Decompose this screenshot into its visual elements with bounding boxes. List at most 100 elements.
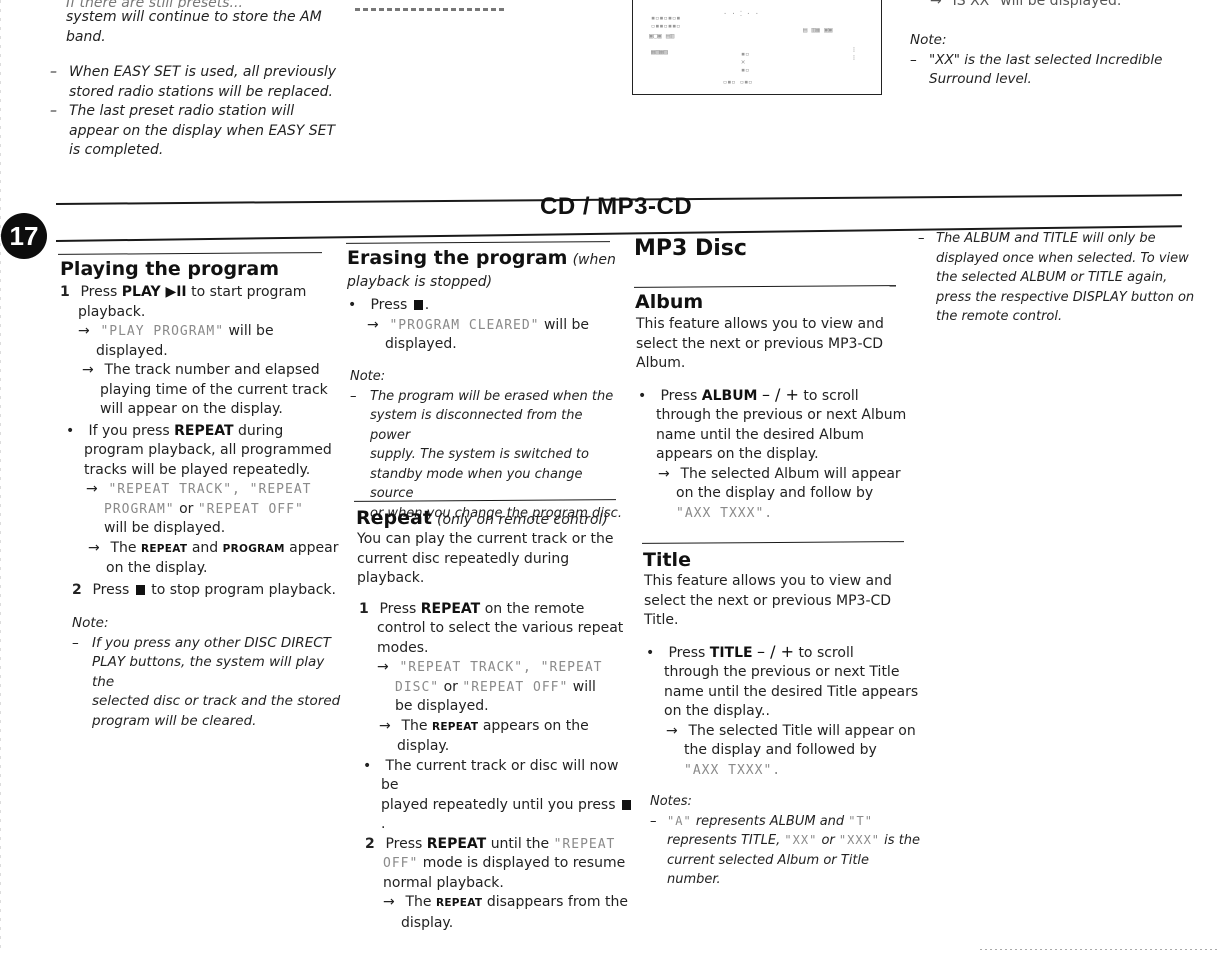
text: be displayed. [395,698,489,714]
lcd-segment-icon: ▪▫▪▫▪▫▪ ▫▪▪▫▪▪▫ [651,14,681,30]
arrow-icon: → [383,894,395,910]
text: select the next or previous MP3-CD [644,592,892,609]
partial-line: If there are still presets... [66,0,243,8]
note-label: Note: [350,369,386,384]
bullet-icon: • [646,644,655,661]
lcd-text: PROGRAM" [104,501,175,517]
dash-mark: – [50,103,57,119]
lcd-text: "REPEAT [553,836,616,852]
text: normal playback. [383,874,504,891]
text: name until the desired Album [656,426,864,443]
playing-program-note: Note: – If you press any other DISC DIRE… [72,614,342,731]
text: disappears from the [486,894,628,910]
text-line: standby mode when you change source [370,466,583,502]
top-left-list: – When EASY SET is used, all previously … [50,63,350,161]
text: is the [884,833,921,848]
title-body: This feature allows you to view and sele… [644,572,924,780]
step-number: 1 [359,600,369,617]
dash-mark: – [650,813,657,829]
bullet-icon: • [66,422,75,439]
text: The selected Title will appear on [688,722,916,739]
page-number-badge: 17 [1,213,47,259]
text: to scroll [803,387,859,404]
lcd-text: "T" [848,813,873,828]
key-repeat: REPEAT [426,835,487,852]
step-2: 2 Press to stop program playback. [60,581,340,601]
text: to scroll [798,644,854,661]
arrow-icon: → [666,722,678,739]
text: program playback, all programmed [84,442,332,458]
lcd-segment-icon: ▪▫ ✕ ▪▫ [741,50,750,74]
text: This feature allows you to view and [644,573,892,589]
result-line: → "PROGRAM CLEARED" will be displayed. [348,316,628,355]
text-line: the selected ALBUM or TITLE again, [936,270,1168,285]
arrow-icon: → [367,316,379,333]
lcd-text: "REPEAT OFF" [462,679,569,695]
text: will be [228,323,274,339]
heading-text: Erasing the program [347,247,568,269]
lcd-text: OFF" [383,856,419,871]
lcd-text: "REPEAT TRACK", "REPEAT [399,660,603,675]
text: represents ALBUM and [695,813,845,829]
key-repeat: REPEAT [174,422,234,439]
bullet-item: • Press ALBUM – / + to scroll through th… [636,385,916,465]
list-item: – The last preset radio station will app… [50,102,350,161]
text: Press [660,387,698,404]
text: appears on the display. [656,446,819,462]
text-line: If you press any other DISC DIRECT [92,634,331,651]
text: on the display.. [664,703,770,719]
lcd-segment-icon: ▫▪▫ ▫▪▫ [723,78,753,86]
result-line: → The track number and elapsed playing t… [60,361,340,420]
text: or [821,833,835,848]
text: played repeatedly until you press [381,796,616,813]
text: displayed. [385,336,457,352]
text: will be displayed. [104,520,226,536]
text-line: stored radio stations will be replaced. [69,83,333,100]
text: playing time of the current track [100,381,328,398]
result-line: → The selected Title will appear on the … [644,722,924,781]
note-item: – "XX" is the last selected Incredible S… [910,51,1190,90]
erasing-program-body: • Press . → "PROGRAM CLEARED" will be di… [348,296,628,355]
mp3-notes: Notes: – "A" represents ALBUM and "T" re… [650,792,925,890]
text: The [110,539,137,556]
text: to start program [191,284,307,300]
key-title: TITLE [709,644,753,661]
lcd-text: "AXX TXXX". [684,762,782,778]
partial-line: "IS XX" will be displayed. [946,0,1122,9]
text-line: is completed. [69,142,164,158]
result-line: → The REPEAT disappears from the display… [357,893,637,933]
text: playback. [78,303,146,320]
text-line: system is disconnected from the power [370,408,583,443]
text: through the previous or next Album [656,407,907,423]
text: to stop program playback. [151,581,336,598]
result-line: → The REPEAT and PROGRAM appear on the d… [60,539,340,579]
text-line: When EASY SET is used, all previously [69,64,337,80]
text: Title. [644,612,679,628]
intro-text: You can play the current track or the cu… [357,530,637,589]
bullet-icon: • [638,387,647,404]
lcd-segment-icon: · · ⁚ · · [723,10,759,18]
text: Press [385,835,423,852]
lcd-text: "PLAY PROGRAM" [100,324,225,339]
heading-subtext: (when [572,252,616,268]
text: The track number and elapsed [104,362,320,378]
lcd-text: "REPEAT TRACK", "REPEAT [108,482,312,497]
text: on the display. [106,560,208,576]
text: during [238,422,284,439]
text: the display and followed by [684,742,877,758]
lcd-segment-icon: ⁞ ⁞ [853,46,855,62]
indicator-repeat: REPEAT [431,720,479,733]
text: will [572,678,596,695]
dash-mark: – [910,51,917,68]
heading-rule [345,241,611,244]
text: This feature allows you to view and [636,316,884,332]
text: The [405,894,432,910]
text: will be [543,316,590,333]
bullet-item: • The current track or disc will now be … [357,757,637,835]
arrow-icon: → [930,0,942,9]
bullet-item: • If you press REPEAT during program pla… [60,422,340,481]
heading-mp3-disc: MP3 Disc [634,236,747,261]
key-play-pause: PLAY ▶II [121,284,187,300]
text-line: selected disc or track and the stored [92,693,341,709]
heading-erasing-program: Erasing the program (when [347,247,627,271]
